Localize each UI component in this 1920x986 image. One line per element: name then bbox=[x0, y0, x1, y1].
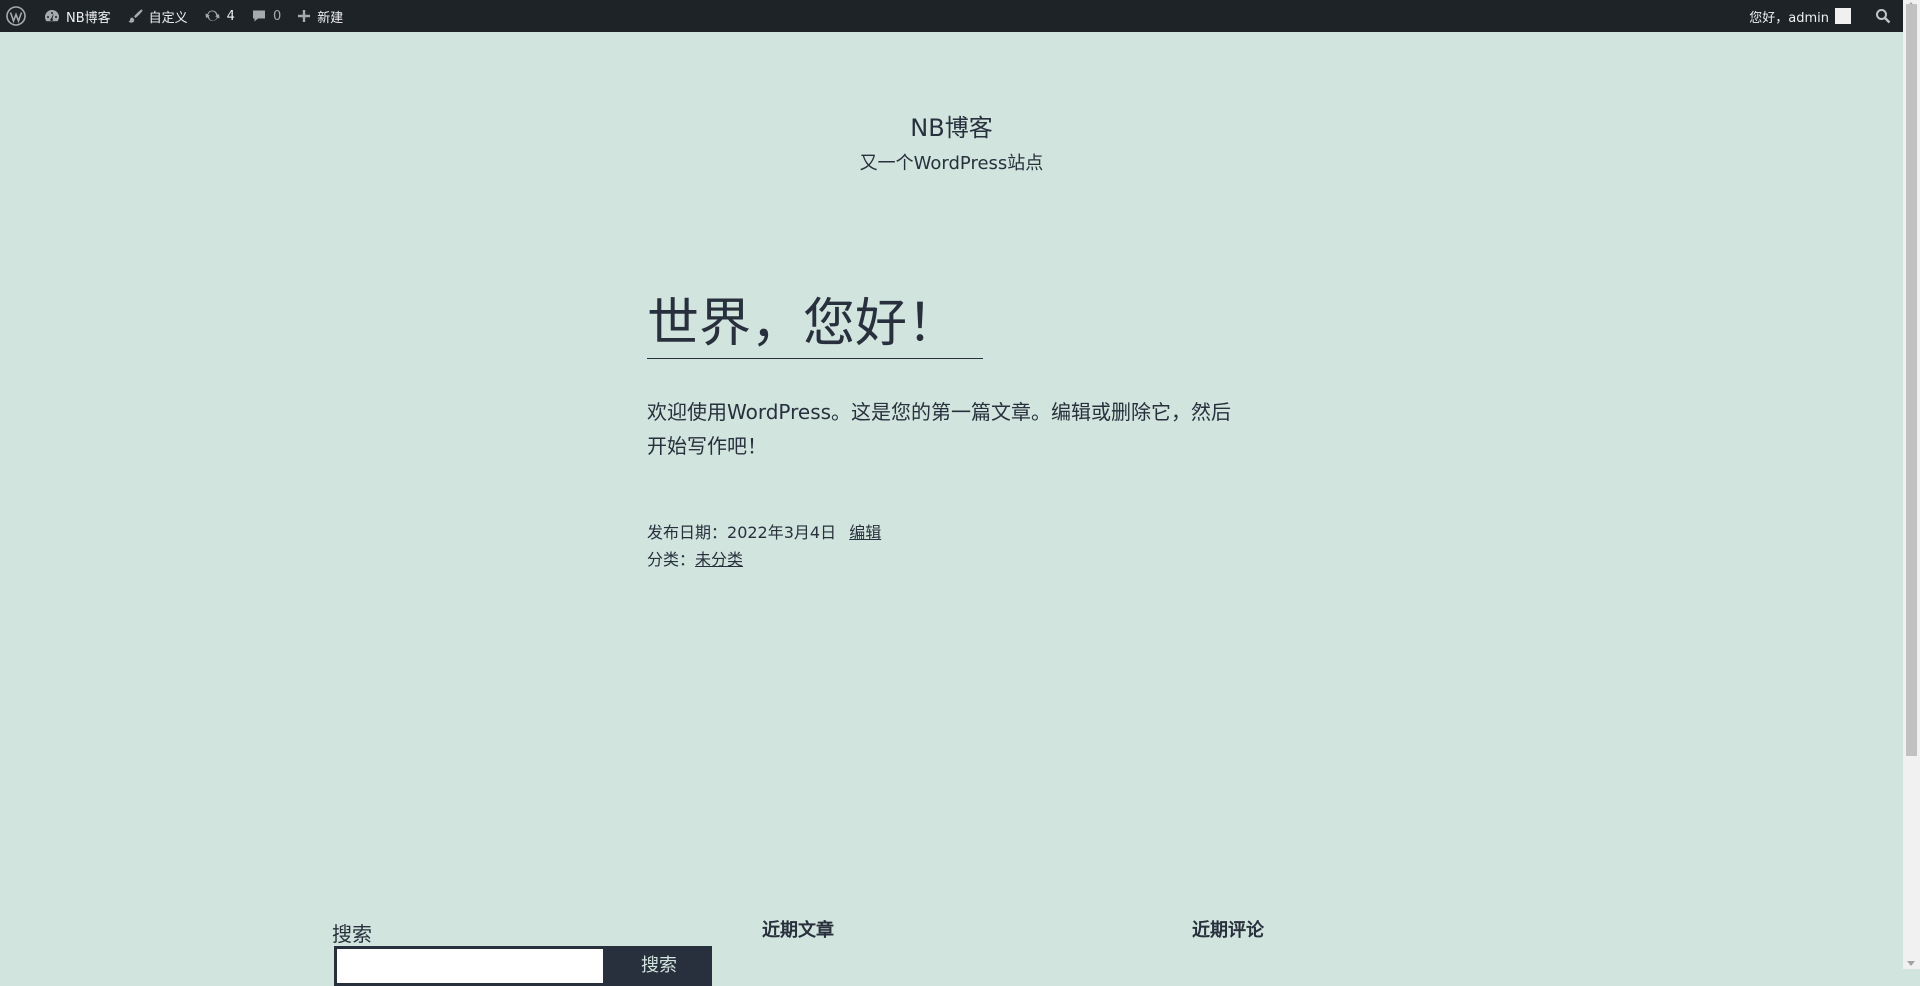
post-article: 世界，您好！ 欢迎使用WordPress。这是您的第一篇文章。编辑或删除它，然后… bbox=[647, 290, 1247, 573]
customize-link[interactable]: 自定义 bbox=[119, 0, 196, 32]
category-link[interactable]: 未分类 bbox=[695, 550, 743, 569]
new-content-menu[interactable]: 新建 bbox=[289, 0, 351, 32]
comments-link[interactable]: 0 bbox=[243, 0, 289, 32]
customize-label: 自定义 bbox=[148, 10, 188, 26]
greeting-label: 您好，admin bbox=[1749, 10, 1829, 26]
comment-icon bbox=[252, 10, 265, 22]
search-widget-title: 搜索 bbox=[332, 922, 372, 946]
admin-bar-right: 您好，admin bbox=[1741, 0, 1920, 32]
my-account-menu[interactable]: 您好，admin bbox=[1741, 0, 1863, 32]
scroll-down-arrow[interactable] bbox=[1907, 961, 1915, 966]
category-label: 分类： bbox=[647, 550, 696, 569]
admin-bar-left: NB博客 自定义 4 0 新建 bbox=[0, 0, 351, 32]
dashboard-icon bbox=[45, 10, 59, 22]
admin-bar: NB博客 自定义 4 0 新建 您好，admin bbox=[0, 0, 1920, 32]
wordpress-logo-menu[interactable] bbox=[0, 0, 36, 32]
new-label: 新建 bbox=[317, 10, 344, 26]
site-description: 又一个WordPress站点 bbox=[859, 153, 1044, 174]
search-button[interactable]: 搜索 bbox=[606, 946, 712, 986]
wordpress-icon bbox=[6, 6, 26, 26]
search-input[interactable] bbox=[334, 946, 606, 986]
posted-on-row: 发布日期：2022年3月4日 编辑 bbox=[647, 519, 1247, 546]
scrollbar-thumb[interactable] bbox=[1906, 4, 1917, 756]
updates-link[interactable]: 4 bbox=[196, 0, 243, 32]
search-icon bbox=[1876, 9, 1891, 24]
plus-icon bbox=[298, 10, 311, 22]
updates-icon bbox=[205, 10, 220, 21]
page-scrollbar[interactable] bbox=[1903, 0, 1920, 969]
site-name-label: NB博客 bbox=[66, 10, 111, 26]
paintbrush-icon bbox=[128, 9, 143, 23]
post-meta: 发布日期：2022年3月4日 编辑 分类：未分类 bbox=[647, 519, 1247, 573]
posted-on-label: 发布日期： bbox=[647, 523, 728, 542]
avatar bbox=[1835, 8, 1851, 24]
site-name-menu[interactable]: NB博客 bbox=[36, 0, 119, 32]
recent-posts-title: 近期文章 bbox=[762, 920, 834, 941]
post-title[interactable]: 世界，您好！ bbox=[647, 290, 984, 359]
updates-count: 4 bbox=[226, 8, 235, 24]
category-row: 分类：未分类 bbox=[647, 546, 1247, 573]
comments-count: 0 bbox=[272, 8, 282, 24]
admin-bar-search[interactable] bbox=[1863, 0, 1903, 32]
post-content: 欢迎使用WordPress。这是您的第一篇文章。编辑或删除它，然后开始写作吧！ bbox=[647, 400, 1232, 458]
site-header: NB博客 又一个WordPress站点 bbox=[0, 108, 1903, 175]
site-title[interactable]: NB博客 bbox=[0, 108, 1903, 143]
edit-post-link[interactable]: 编辑 bbox=[849, 523, 881, 542]
post-date: 2022年3月4日 bbox=[727, 523, 837, 542]
recent-comments-title: 近期评论 bbox=[1192, 920, 1264, 941]
